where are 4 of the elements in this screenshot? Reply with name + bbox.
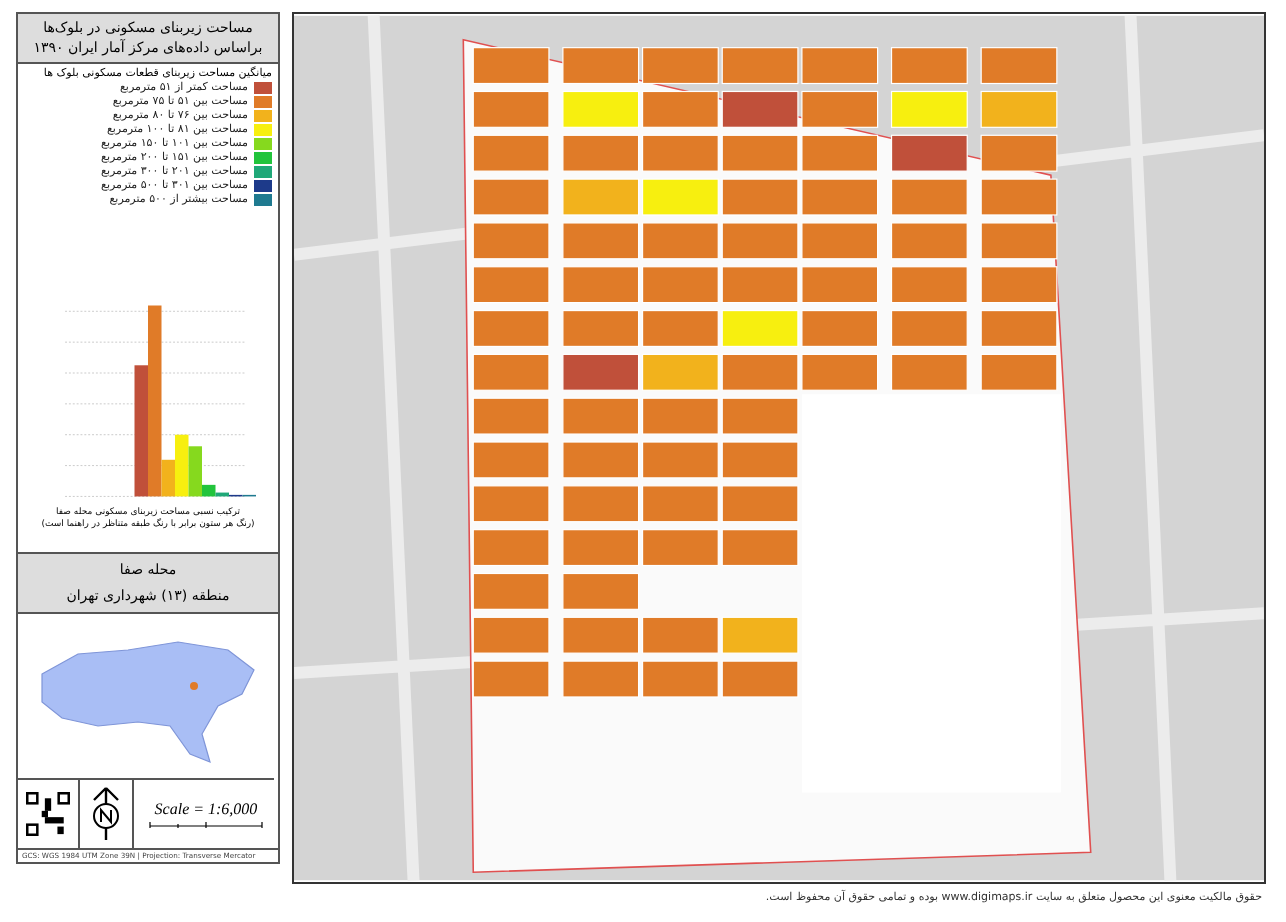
scale-text: Scale = 1:6,000: [154, 799, 258, 817]
north-arrow-icon: [90, 786, 122, 842]
scale-bar-icon: [146, 817, 266, 829]
qr-code-icon: [26, 792, 70, 836]
